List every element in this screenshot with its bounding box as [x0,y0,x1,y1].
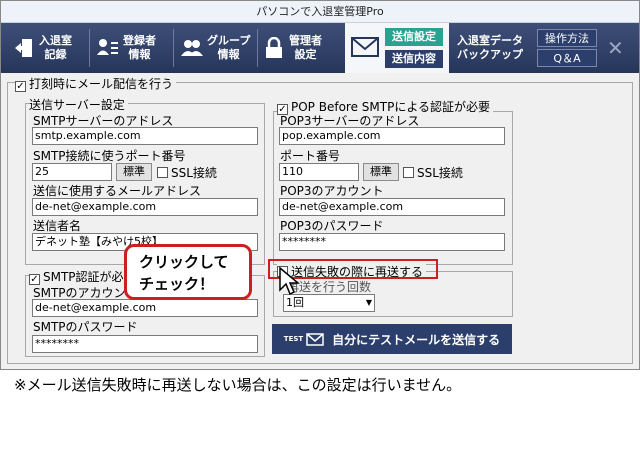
data-backup-button[interactable]: 入退室データ バックアップ [457,29,523,67]
smtp-auth-label: SMTP認証が必 [43,270,124,284]
pop-password-label: POP3のパスワード [280,219,384,233]
smtp-port-label: SMTP接続に使うポート番号 [33,149,186,163]
smtp-account-input[interactable]: de-net@example.com [32,299,258,317]
door-enter-icon [13,35,35,61]
send-mail-label: 打刻時にメール配信を行う [29,77,174,91]
settings-content: ✓ 打刻時にメール配信を行う 送信サーバー設定 SMTPサーバーのアドレス smt… [1,73,639,369]
pop-ssl-label: SSL接続 [417,166,463,180]
test-button-label: 自分にテストメールを送信する [332,332,501,347]
entry-record-label-2: 記録 [44,48,67,61]
window-title: パソコンで入退室管理Pro [1,1,639,23]
smtp-standard-button[interactable]: 標準 [116,163,152,181]
toolbar-separator [257,29,258,67]
test-tag: TEST [283,335,304,343]
admin-label-2: 設定 [294,48,317,61]
smtp-ssl-label: SSL接続 [171,166,217,180]
tab-send-content[interactable]: 送信内容 [385,50,443,68]
pop-ssl-option[interactable]: SSL接続 [403,164,463,181]
entry-record-label-1: 入退室 [39,34,72,47]
registrant-info-button[interactable]: 登録者 情報 [97,29,156,67]
smtp-ssl-option[interactable]: SSL接続 [157,164,217,181]
send-server-title: 送信サーバー設定 [29,96,128,113]
lock-icon [263,35,285,61]
sender-mail-label: 送信に使用するメールアドレス [33,184,202,198]
pop-account-input[interactable]: de-net@example.com [279,198,505,216]
pop-port-label: ポート番号 [280,149,341,163]
send-mail-option[interactable]: ✓ 打刻時にメール配信を行う [15,75,177,92]
registrant-label-1: 登録者 [123,34,156,47]
sender-name-label: 送信者名 [33,219,82,233]
callout-line-2: チェック！ [139,275,215,293]
settings-window: パソコンで入退室管理Pro 入退室 記録 登録者 情報 グループ 情報 管理者 … [0,0,640,370]
mail-settings-area: 送信設定 送信内容 [345,23,449,73]
entry-record-button[interactable]: 入退室 記録 [13,29,72,67]
pop-port-input[interactable]: 110 [279,163,359,181]
main-toolbar: 入退室 記録 登録者 情報 グループ 情報 管理者 設定 送信設定 送信内容 入… [1,23,639,73]
backup-label-2: バックアップ [457,48,523,61]
pop-account-label: POP3のアカウント [280,184,384,198]
tab-send-settings[interactable]: 送信設定 [385,28,443,46]
smtp-password-label: SMTPのパスワード [33,320,138,334]
footer-note: ※メール送信失敗時に再送しない場合は、この設定は行いません。 [14,376,462,394]
admin-settings-button[interactable]: 管理者 設定 [263,29,322,67]
envelope-icon [306,332,324,346]
admin-label-1: 管理者 [289,34,322,47]
qa-button[interactable]: Q＆A [537,49,597,67]
group-icon [181,35,203,61]
how-to-button[interactable]: 操作方法 [537,29,597,47]
chevron-down-icon: ▼ [365,298,372,307]
group-label-1: グループ [207,34,251,47]
toolbar-separator [173,29,174,67]
pop-ssl-checkbox[interactable] [403,167,414,178]
close-icon[interactable]: ✕ [607,36,624,60]
retry-count-select[interactable]: 1回 ▼ [283,294,375,312]
sender-mail-input[interactable]: de-net@example.com [32,198,258,216]
retry-count-value: 1回 [286,296,304,309]
backup-label-1: 入退室データ [457,34,523,47]
smtp-auth-option[interactable]: ✓ SMTP認証が必 [29,268,127,285]
user-list-icon [97,35,119,61]
send-mail-checkbox[interactable]: ✓ [15,81,26,92]
callout-line-1: クリックして [139,253,229,271]
smtp-server-input[interactable]: smtp.example.com [32,127,258,145]
registrant-label-2: 情報 [128,48,151,61]
send-test-mail-button[interactable]: TEST 自分にテストメールを送信する [272,324,512,354]
smtp-password-input[interactable]: ******** [32,335,258,353]
pop-server-input[interactable]: pop.example.com [279,127,505,145]
mouse-cursor-icon [279,266,300,296]
group-label-2: 情報 [217,48,240,61]
pop-standard-button[interactable]: 標準 [363,163,399,181]
pop-password-input[interactable]: ******** [279,233,505,251]
instruction-callout: クリックして チェック！ [124,244,252,300]
smtp-port-input[interactable]: 25 [32,163,112,181]
smtp-ssl-checkbox[interactable] [157,167,168,178]
envelope-icon [351,37,379,57]
group-info-button[interactable]: グループ 情報 [181,29,250,67]
toolbar-separator [89,29,90,67]
